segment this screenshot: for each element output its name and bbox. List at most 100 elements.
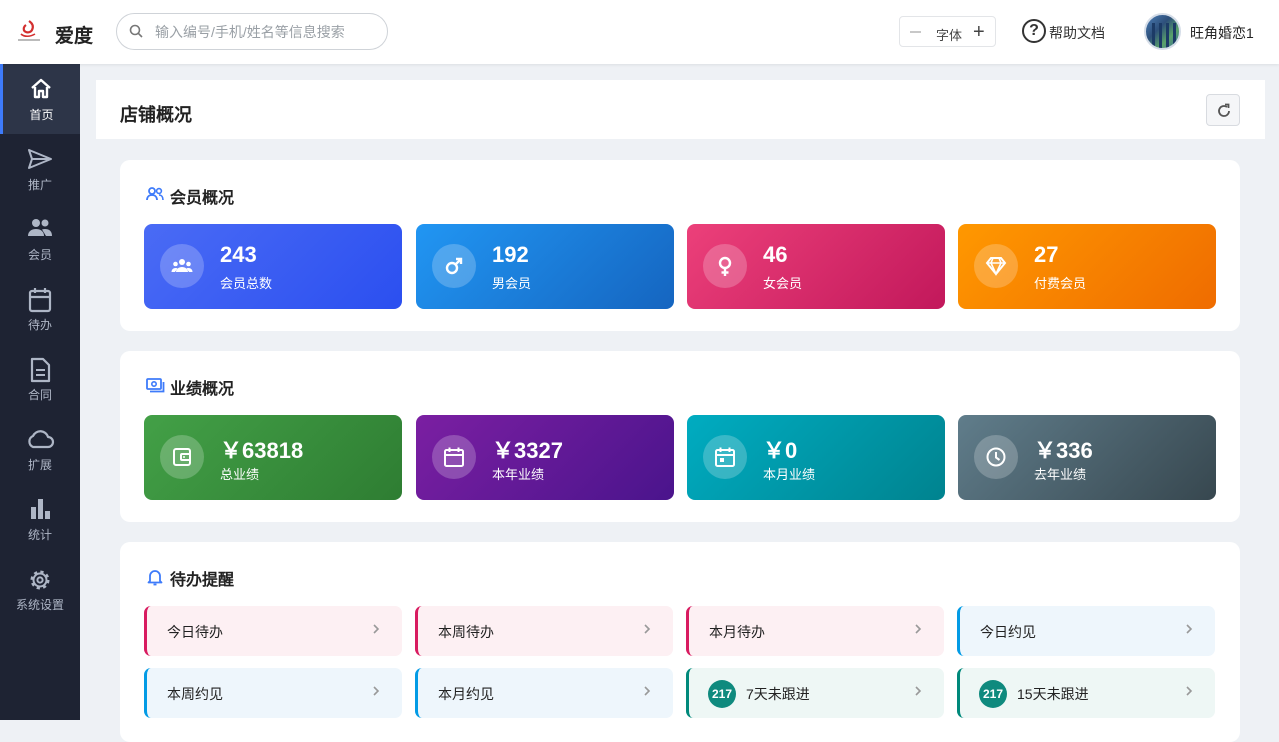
font-size-label: 字体 — [936, 28, 963, 43]
username[interactable]: 旺角婚恋1 — [1190, 23, 1254, 43]
male-members-card[interactable]: 192 男会员 — [416, 224, 674, 309]
sidebar-item-todo[interactable]: 待办 — [0, 274, 80, 344]
stat-label: 会员总数 — [220, 276, 273, 291]
brand-name: 爱度 — [55, 26, 94, 47]
chevron-right-icon — [373, 624, 380, 634]
stat-label: 本年业绩 — [492, 467, 545, 482]
document-icon — [30, 357, 51, 383]
stat-value: ￥63818 — [220, 438, 304, 463]
font-size-control: 字体 + — [899, 16, 996, 47]
performance-panel: 业绩概况 ￥63818 总业绩 ￥3327 本年业绩 ￥0 本月业绩 ￥336 … — [120, 351, 1240, 522]
reminder-7day-no-followup[interactable]: 217 7天未跟进 — [686, 668, 944, 718]
sidebar-item-extension[interactable]: 扩展 — [0, 414, 80, 484]
reminder-label: 今日约见 — [980, 624, 1036, 640]
sidebar-item-settings[interactable]: 系统设置 — [0, 554, 80, 624]
sidebar-item-statistics[interactable]: 统计 — [0, 484, 80, 554]
count-badge: 217 — [979, 680, 1007, 708]
chevron-right-icon — [1186, 624, 1193, 634]
brand-logo-icon[interactable] — [16, 18, 42, 44]
help-icon: ? — [1022, 19, 1046, 43]
home-icon — [30, 78, 51, 99]
year-performance-card[interactable]: ￥3327 本年业绩 — [416, 415, 674, 500]
stat-value: 46 — [763, 242, 788, 267]
reminder-label: 7天未跟进 — [746, 686, 810, 702]
send-icon — [28, 149, 52, 169]
calendar-today-icon — [715, 447, 735, 467]
search-icon — [129, 24, 143, 38]
bar-chart-icon — [31, 499, 50, 519]
reminder-month-todo[interactable]: 本月待办 — [686, 606, 944, 656]
avatar[interactable] — [1144, 13, 1181, 50]
section-title: 会员概况 — [170, 190, 235, 207]
font-increase-button[interactable]: + — [973, 22, 989, 42]
reminder-week-meeting[interactable]: 本周约见 — [144, 668, 402, 718]
chevron-right-icon — [915, 624, 922, 634]
cloud-icon — [28, 430, 55, 449]
count-badge: 217 — [708, 680, 736, 708]
stat-value: ￥3327 — [492, 438, 563, 463]
reminder-today-meeting[interactable]: 今日约见 — [957, 606, 1215, 656]
money-icon — [146, 378, 165, 393]
chevron-right-icon — [644, 624, 651, 634]
sidebar-item-label: 会员 — [27, 248, 52, 262]
help-docs-label: 帮助文档 — [1049, 25, 1105, 41]
section-title: 业绩概况 — [170, 381, 235, 398]
stat-label: 本月业绩 — [763, 467, 816, 482]
paid-members-card[interactable]: 27 付费会员 — [958, 224, 1216, 309]
sidebar-item-members[interactable]: 会员 — [0, 204, 80, 274]
page-header: 店铺概况 — [96, 80, 1265, 139]
last-year-performance-card[interactable]: ￥336 去年业绩 — [958, 415, 1216, 500]
refresh-icon — [1218, 103, 1230, 117]
calendar-icon — [28, 288, 52, 313]
stat-label: 男会员 — [492, 276, 532, 291]
month-performance-card[interactable]: ￥0 本月业绩 — [687, 415, 945, 500]
people-icon — [28, 219, 52, 236]
wallet-icon — [173, 448, 191, 466]
stat-label: 女会员 — [763, 276, 803, 291]
font-decrease-button[interactable] — [910, 31, 921, 33]
top-bar: 爱度 字体 + ? 帮助文档 旺角婚恋1 — [0, 0, 1279, 64]
sidebar-item-contract[interactable]: 合同 — [0, 344, 80, 414]
stat-value: 192 — [492, 242, 529, 267]
sidebar-item-label: 待办 — [27, 318, 52, 332]
sidebar-item-label: 系统设置 — [15, 598, 64, 612]
search-box[interactable] — [116, 13, 388, 50]
chevron-right-icon — [915, 686, 922, 696]
stat-label: 总业绩 — [220, 467, 260, 482]
section-title: 待办提醒 — [170, 572, 235, 589]
male-icon — [445, 257, 463, 275]
member-total-card[interactable]: 243 会员总数 — [144, 224, 402, 309]
sidebar-item-label: 首页 — [29, 108, 54, 122]
sidebar-item-label: 统计 — [27, 528, 52, 542]
chevron-right-icon — [373, 686, 380, 696]
sidebar-item-label: 推广 — [27, 178, 52, 192]
gear-icon — [30, 570, 50, 590]
reminder-month-meeting[interactable]: 本月约见 — [415, 668, 673, 718]
reminder-today-todo[interactable]: 今日待办 — [144, 606, 402, 656]
chevron-right-icon — [1186, 686, 1193, 696]
stat-value: ￥336 — [1034, 438, 1093, 463]
search-input[interactable] — [155, 22, 375, 42]
calendar-icon — [444, 447, 464, 467]
female-icon — [718, 256, 732, 276]
refresh-button[interactable] — [1206, 94, 1240, 126]
sidebar-item-promotion[interactable]: 推广 — [0, 134, 80, 204]
stat-label: 付费会员 — [1034, 276, 1087, 291]
bell-icon — [147, 570, 163, 586]
stat-value: 243 — [220, 242, 257, 267]
reminder-label: 今日待办 — [167, 624, 223, 640]
reminder-week-todo[interactable]: 本周待办 — [415, 606, 673, 656]
female-members-card[interactable]: 46 女会员 — [687, 224, 945, 309]
total-performance-card[interactable]: ￥63818 总业绩 — [144, 415, 402, 500]
reminder-label: 本月待办 — [709, 624, 765, 640]
group-icon — [171, 259, 193, 272]
sidebar-item-home[interactable]: 首页 — [0, 64, 80, 134]
stat-value: 27 — [1034, 242, 1059, 267]
sidebar: 首页 推广 会员 待办 合同 扩展 统计 系统设置 — [0, 64, 80, 720]
reminder-15day-no-followup[interactable]: 217 15天未跟进 — [957, 668, 1215, 718]
stat-value: ￥0 — [763, 438, 798, 463]
reminder-label: 本周约见 — [167, 686, 223, 702]
stat-label: 去年业绩 — [1034, 467, 1087, 482]
members-panel: 会员概况 243 会员总数 192 男会员 46 女会员 27 付费会员 — [120, 160, 1240, 331]
reminder-label: 本月约见 — [438, 686, 494, 702]
